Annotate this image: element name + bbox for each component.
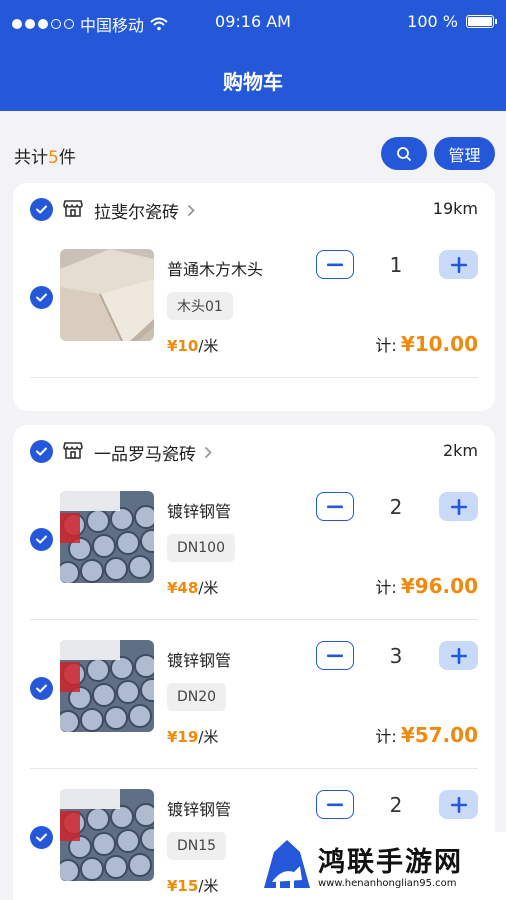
item-select-checkbox[interactable] [30,286,53,309]
item-select-checkbox[interactable] [30,826,53,849]
divider [30,768,478,769]
quantity-value: 2 [389,495,403,519]
shop-name[interactable]: 拉斐尔瓷砖 [94,198,195,223]
minus-icon [327,263,343,266]
quantity-value: 2 [389,793,403,817]
increase-quantity-button[interactable] [439,250,478,279]
item-subtotal: 计: ¥10.00 [375,332,478,356]
watermark-logo-icon [264,840,310,888]
product-spec-tag: 木头01 [167,292,233,320]
minus-icon [327,505,343,508]
item-subtotal: 计: ¥96.00 [375,574,478,598]
battery-percent: 100 % [407,12,458,31]
shop-distance: 2km [442,441,478,460]
chevron-right-icon [204,446,212,459]
product-name: 普通木方木头 [167,260,264,279]
store-icon [63,200,83,217]
check-icon [36,205,47,214]
page-title: 购物车 [223,70,283,94]
decrease-quantity-button[interactable] [316,492,354,521]
cart-item: 镀锌钢管 DN100 ¥48/米 2 计: ¥96.00 [13,491,495,631]
increase-quantity-button[interactable] [439,790,478,819]
search-icon [397,146,411,161]
product-name: 镀锌钢管 [167,800,232,819]
minus-icon [327,654,343,657]
product-image-steel-pipe[interactable] [60,491,154,583]
product-image-wood[interactable] [60,249,154,341]
product-spec-tag: DN15 [167,832,227,860]
manage-button[interactable]: 管理 [434,137,495,170]
minus-icon [327,803,343,806]
check-icon [36,447,47,456]
cart-item: 镀锌钢管 DN20 ¥19/米 3 计: ¥57.00 [13,640,495,780]
decrease-quantity-button[interactable] [316,250,354,279]
app-header: 中国移动 09:16 AM 100 % 购物车 [0,0,506,111]
cart-item: 普通木方木头 木头01 ¥10/米 1 计: ¥10.00 [13,249,495,389]
unit-price: ¥15/米 [167,877,219,895]
plus-icon [450,256,467,273]
quantity-value: 1 [389,253,403,277]
unit-price: ¥10/米 [167,337,219,355]
shop-header[interactable]: 一品罗马瓷砖 2km [13,425,495,477]
unit-price: ¥19/米 [167,728,219,746]
search-button[interactable] [381,137,427,170]
product-image-steel-pipe[interactable] [60,640,154,732]
plus-icon [450,647,467,664]
increase-quantity-button[interactable] [439,492,478,521]
product-image-steel-pipe[interactable] [60,789,154,881]
battery-status: 100 % [407,12,497,31]
quantity-value: 3 [389,644,403,668]
item-select-checkbox[interactable] [30,677,53,700]
shop-distance: 19km [432,199,478,218]
check-icon [36,833,47,842]
check-icon [36,535,47,544]
increase-quantity-button[interactable] [439,641,478,670]
item-count: 5 [48,148,59,168]
product-name: 镀锌钢管 [167,502,232,521]
shop-select-checkbox[interactable] [30,440,53,463]
item-count-summary: 共计5件 [14,148,76,168]
status-bar: 中国移动 09:16 AM 100 % [0,0,506,44]
watermark-overlay: 鸿联手游网 www.henanhonglian95.com [256,832,506,900]
shop-select-checkbox[interactable] [30,198,53,221]
item-subtotal: 计: ¥57.00 [375,723,478,747]
divider [30,619,478,620]
shop-card: 拉斐尔瓷砖 19km 普通木方木头 木头01 ¥10/米 1 计: ¥10.00 [13,183,495,411]
watermark-url: www.henanhonglian95.com [318,878,457,889]
unit-price: ¥48/米 [167,579,219,597]
plus-icon [450,498,467,515]
product-name: 镀锌钢管 [167,651,232,670]
store-icon [63,442,83,459]
chevron-right-icon [187,204,195,217]
item-select-checkbox[interactable] [30,528,53,551]
battery-icon [466,15,497,28]
decrease-quantity-button[interactable] [316,790,354,819]
shop-card: 一品罗马瓷砖 2km 镀锌钢管 DN100 ¥48/米 2 计: ¥96.00 … [13,425,495,900]
product-spec-tag: DN100 [167,534,235,562]
decrease-quantity-button[interactable] [316,641,354,670]
watermark-text: 鸿联手游网 [318,847,463,878]
check-icon [36,293,47,302]
shop-name[interactable]: 一品罗马瓷砖 [94,440,212,465]
check-icon [36,684,47,693]
product-spec-tag: DN20 [167,683,227,711]
divider [30,377,478,378]
plus-icon [450,796,467,813]
shop-header[interactable]: 拉斐尔瓷砖 19km [13,183,495,235]
